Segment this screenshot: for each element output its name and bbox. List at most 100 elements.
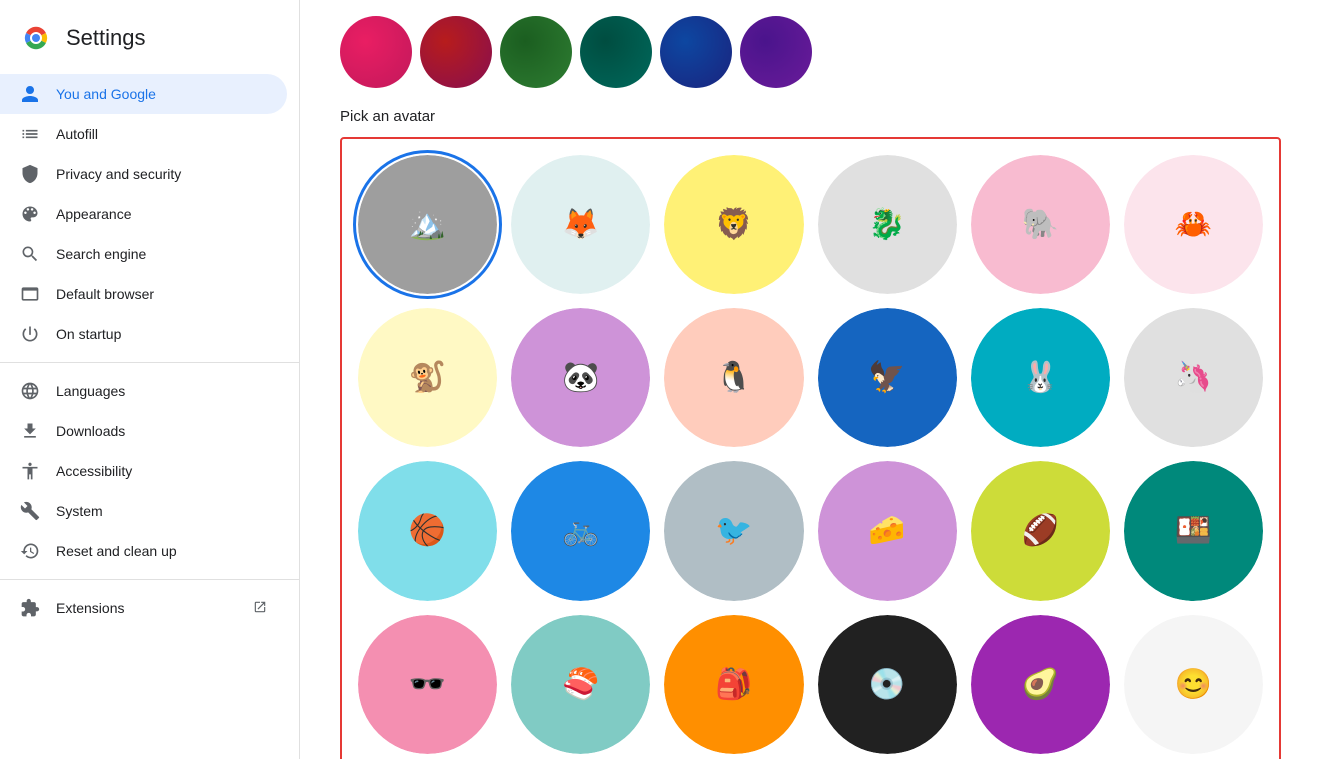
puzzle-icon <box>20 598 40 618</box>
avatar-image: 🐰 <box>971 308 1110 447</box>
avatar-image: 🏔️ <box>358 155 497 294</box>
avatar-item[interactable]: 🍣 <box>511 615 650 754</box>
avatar-item[interactable]: 🏈 <box>971 461 1110 600</box>
sidebar-item-system[interactable]: System <box>0 491 287 531</box>
avatar-image: 🦊 <box>511 155 650 294</box>
avatar-image: 🐦 <box>664 461 803 600</box>
avatar-item[interactable]: 🏀 <box>358 461 497 600</box>
browser-icon <box>20 284 40 304</box>
avatar-item[interactable]: 🥑 <box>971 615 1110 754</box>
sidebar-item-label-downloads: Downloads <box>56 423 125 439</box>
avatar-item[interactable]: 🐧 <box>664 308 803 447</box>
avatar-image: 🦁 <box>664 155 803 294</box>
avatar-grid-wrapper: 🏔️🦊🦁🐉🐘🦀🐒🐼🐧🦅🐰🦄🏀🚲🐦🧀🏈🍱🕶️🍣🎒💿🥑😊🍦🧊🍉🍙🍕🥪 <box>340 137 1281 759</box>
avatar-image: 🚲 <box>511 461 650 600</box>
sidebar-item-on-startup[interactable]: On startup <box>0 314 287 354</box>
sidebar-item-default-browser[interactable]: Default browser <box>0 274 287 314</box>
main-content: Pick an avatar 🏔️🦊🦁🐉🐘🦀 🐒🐼🐧🦅🐰🦄 🏀🚲🐦🧀🏈🍱 🕶️🍣🎒💿🥑… <box>300 0 1321 759</box>
sidebar-item-label-search-engine: Search engine <box>56 246 146 262</box>
avatar-item[interactable]: 😊 <box>1124 615 1263 754</box>
history-icon <box>20 541 40 561</box>
color-option-1[interactable] <box>420 16 492 88</box>
sidebar-item-label-appearance: Appearance <box>56 206 132 222</box>
avatar-image: 🍣 <box>511 615 650 754</box>
avatar-item[interactable]: 🧀 <box>818 461 957 600</box>
external-link-icon <box>253 600 267 617</box>
sidebar-item-accessibility[interactable]: Accessibility <box>0 451 287 491</box>
section-title: Pick an avatar <box>340 108 1281 125</box>
sidebar-item-label-you-and-google: You and Google <box>56 86 156 102</box>
search-icon <box>20 244 40 264</box>
download-icon <box>20 421 40 441</box>
avatar-item[interactable]: 🐒 <box>358 308 497 447</box>
avatar-image: 🕶️ <box>358 615 497 754</box>
color-option-5[interactable] <box>740 16 812 88</box>
list-icon <box>20 124 40 144</box>
color-bar <box>340 0 1281 108</box>
avatar-item[interactable]: 🎒 <box>664 615 803 754</box>
sidebar-item-label-default-browser: Default browser <box>56 286 154 302</box>
avatar-grid: 🏔️🦊🦁🐉🐘🦀🐒🐼🐧🦅🐰🦄🏀🚲🐦🧀🏈🍱🕶️🍣🎒💿🥑😊🍦🧊🍉🍙🍕🥪 <box>358 155 1263 759</box>
sidebar-nav: You and Google Autofill Privacy and securi… <box>0 70 299 632</box>
sidebar-item-label-extensions: Extensions <box>56 600 124 616</box>
avatar-item[interactable]: 🚲 <box>511 461 650 600</box>
globe-icon <box>20 381 40 401</box>
avatar-image: 😊 <box>1124 615 1263 754</box>
avatar-image: 🥑 <box>971 615 1110 754</box>
avatar-item[interactable]: 🦅 <box>818 308 957 447</box>
sidebar-item-label-accessibility: Accessibility <box>56 463 132 479</box>
avatar-image: 🎒 <box>664 615 803 754</box>
sidebar-header: Settings <box>0 10 299 70</box>
color-option-3[interactable] <box>580 16 652 88</box>
chrome-logo-icon <box>20 22 52 54</box>
avatar-image: 🏀 <box>358 461 497 600</box>
person-icon <box>20 84 40 104</box>
sidebar-item-label-system: System <box>56 503 103 519</box>
avatar-item[interactable]: 🐉 <box>818 155 957 294</box>
avatar-item[interactable]: 🦀 <box>1124 155 1263 294</box>
avatar-item[interactable]: 🐘 <box>971 155 1110 294</box>
avatar-image: 🏈 <box>971 461 1110 600</box>
sidebar-title: Settings <box>66 25 146 51</box>
avatar-item[interactable]: 🐰 <box>971 308 1110 447</box>
palette-icon <box>20 204 40 224</box>
avatar-image: 🦀 <box>1124 155 1263 294</box>
avatar-item[interactable]: 🦄 <box>1124 308 1263 447</box>
avatar-item[interactable]: 🏔️ <box>358 155 497 294</box>
avatar-image: 🐧 <box>664 308 803 447</box>
avatar-image: 🦅 <box>818 308 957 447</box>
color-option-2[interactable] <box>500 16 572 88</box>
sidebar-item-label-autofill: Autofill <box>56 126 98 142</box>
shield-icon <box>20 164 40 184</box>
accessibility-icon <box>20 461 40 481</box>
sidebar-item-autofill[interactable]: Autofill <box>0 114 287 154</box>
avatar-item[interactable]: 🐼 <box>511 308 650 447</box>
sidebar-item-reset-clean[interactable]: Reset and clean up <box>0 531 287 571</box>
sidebar-item-label-privacy-security: Privacy and security <box>56 166 181 182</box>
sidebar-item-appearance[interactable]: Appearance <box>0 194 287 234</box>
sidebar-item-downloads[interactable]: Downloads <box>0 411 287 451</box>
avatar-item[interactable]: 💿 <box>818 615 957 754</box>
avatar-image: 🐼 <box>511 308 650 447</box>
power-icon <box>20 324 40 344</box>
avatar-item[interactable]: 🍱 <box>1124 461 1263 600</box>
avatar-image: 🧀 <box>818 461 957 600</box>
sidebar-item-languages[interactable]: Languages <box>0 371 287 411</box>
avatar-image: 🍱 <box>1124 461 1263 600</box>
sidebar-item-extensions[interactable]: Extensions <box>0 588 287 628</box>
avatar-item[interactable]: 🕶️ <box>358 615 497 754</box>
avatar-item[interactable]: 🐦 <box>664 461 803 600</box>
avatar-item[interactable]: 🦁 <box>664 155 803 294</box>
sidebar-item-label-languages: Languages <box>56 383 125 399</box>
sidebar-item-privacy-security[interactable]: Privacy and security <box>0 154 287 194</box>
sidebar-item-label-reset-clean: Reset and clean up <box>56 543 177 559</box>
avatar-item[interactable]: 🦊 <box>511 155 650 294</box>
avatar-image: 🐒 <box>358 308 497 447</box>
sidebar-item-search-engine[interactable]: Search engine <box>0 234 287 274</box>
avatar-image: 🐉 <box>818 155 957 294</box>
color-option-0[interactable] <box>340 16 412 88</box>
avatar-image: 🐘 <box>971 155 1110 294</box>
sidebar-item-you-and-google[interactable]: You and Google <box>0 74 287 114</box>
color-option-4[interactable] <box>660 16 732 88</box>
wrench-icon <box>20 501 40 521</box>
